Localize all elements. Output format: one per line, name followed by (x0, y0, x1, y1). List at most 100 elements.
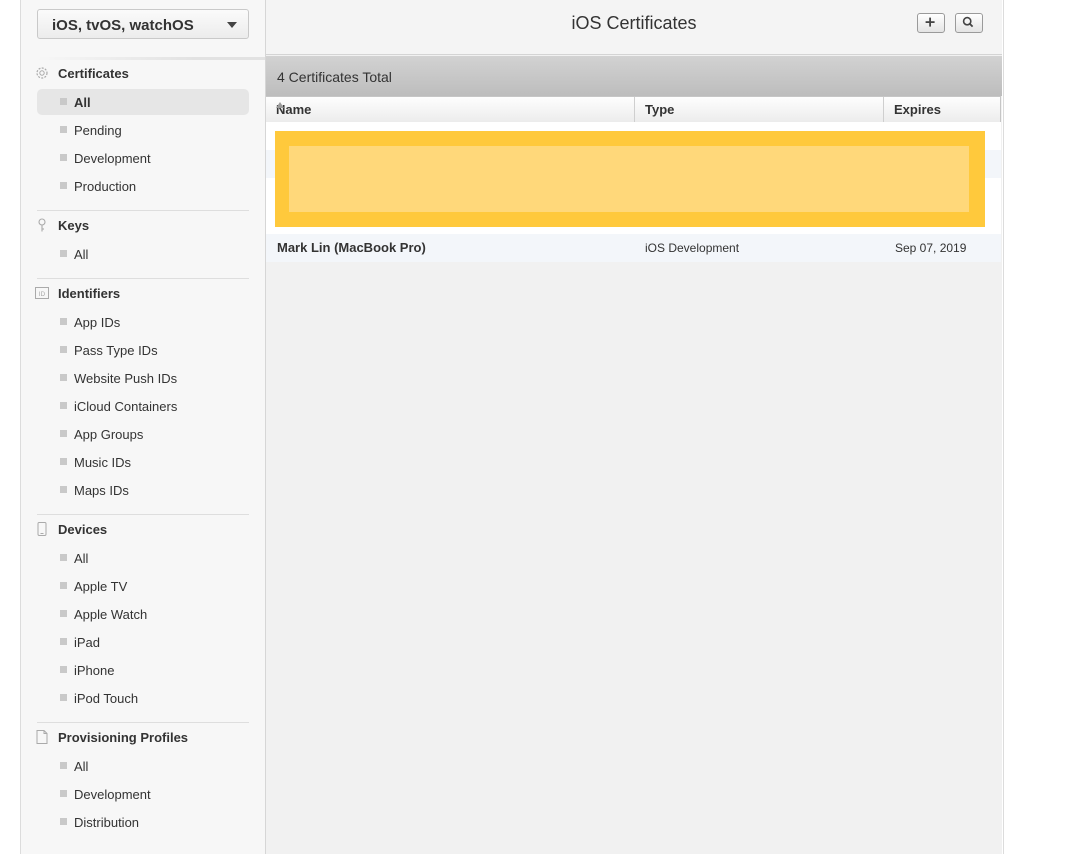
sidebar-item-label: iCloud Containers (74, 399, 178, 414)
main-panel: iOS Certificates 4 Certificates Total Na… (266, 0, 1002, 854)
bullet (60, 638, 67, 645)
bullet (60, 762, 67, 769)
bullet (60, 790, 67, 797)
sidebar-item-label: Music IDs (74, 455, 132, 470)
bullet (60, 126, 67, 133)
sidebar-item-label: Apple Watch (74, 607, 148, 622)
id-icon: ID (35, 287, 49, 299)
redaction-overlay-inner (289, 146, 969, 212)
sidebar-item-label: Website Push IDs (74, 371, 178, 386)
sidebar: iOS, tvOS, watchOS Certificates All Pend… (21, 0, 266, 854)
section-title: Certificates (58, 66, 129, 81)
column-label: Expires (894, 102, 941, 117)
table-row[interactable]: Mark Lin (MacBook Pro) iOS Development S… (266, 234, 1001, 262)
sidebar-item-devices-all[interactable]: All (37, 545, 249, 571)
sidebar-item-label: Pending (74, 123, 122, 138)
platform-select-value: iOS, tvOS, watchOS (52, 17, 194, 34)
cell-expires: Sep 07, 2019 (895, 241, 967, 255)
document-icon (36, 730, 48, 744)
sidebar-item-label: App Groups (74, 427, 144, 442)
bullet (60, 154, 67, 161)
bullet (60, 346, 67, 353)
sidebar-item-music-ids[interactable]: Music IDs (37, 449, 249, 475)
sidebar-item-certificates-production[interactable]: Production (37, 173, 249, 199)
sidebar-item-ipad[interactable]: iPad (37, 629, 249, 655)
bullet (60, 374, 67, 381)
section-title: Identifiers (58, 286, 121, 301)
sidebar-item-label: Maps IDs (74, 483, 129, 498)
section-divider (37, 514, 249, 515)
section-title: Devices (58, 522, 108, 537)
sidebar-item-keys-all[interactable]: All (37, 241, 249, 267)
section-title: Keys (58, 218, 90, 233)
sidebar-item-pass-type-ids[interactable]: Pass Type IDs (37, 337, 249, 363)
sidebar-item-label: iPhone (74, 663, 115, 678)
cell-type: iOS Development (645, 241, 740, 255)
header-divider (37, 57, 265, 60)
sidebar-item-label: All (74, 759, 89, 774)
bullet (60, 458, 67, 465)
sidebar-item-maps-ids[interactable]: Maps IDs (37, 477, 249, 503)
bullet (60, 666, 67, 673)
bullet (60, 554, 67, 561)
column-label: Type (645, 102, 675, 117)
bullet (60, 98, 67, 105)
column-header-expires[interactable]: Expires (884, 97, 1000, 122)
add-button[interactable] (917, 13, 945, 33)
platform-select[interactable]: iOS, tvOS, watchOS (37, 9, 249, 39)
sidebar-item-label: Distribution (74, 815, 140, 830)
certificate-gear-icon (36, 67, 48, 79)
sidebar-item-label: Development (74, 151, 151, 166)
plus-icon (925, 17, 935, 27)
bullet (60, 694, 67, 701)
sidebar-item-label: App IDs (74, 315, 121, 330)
section-divider (37, 210, 249, 211)
sidebar-item-label: iPad (74, 635, 101, 650)
bullet (60, 250, 67, 257)
developer-portal-window: iOS, tvOS, watchOS Certificates All Pend… (20, 0, 1004, 854)
count-bar: 4 Certificates Total (266, 56, 1002, 96)
bullet (60, 402, 67, 409)
sidebar-item-label: Pass Type IDs (74, 343, 158, 358)
bullet (60, 486, 67, 493)
sidebar-item-label: iPod Touch (74, 691, 139, 706)
sort-ascending-icon (276, 102, 284, 108)
sidebar-item-label: All (74, 247, 89, 262)
table-header: Name Type Expires (266, 96, 1001, 123)
sidebar-item-app-ids[interactable]: App IDs (37, 309, 249, 335)
search-button[interactable] (955, 13, 983, 33)
cell-name: Mark Lin (MacBook Pro) (277, 240, 426, 255)
sidebar-item-certificates-all[interactable]: All (37, 89, 249, 115)
sidebar-item-ipod-touch[interactable]: iPod Touch (37, 685, 249, 711)
svg-text:ID: ID (39, 291, 46, 298)
search-icon (962, 16, 974, 28)
chevron-down-icon (227, 22, 237, 28)
bullet (60, 818, 67, 825)
sidebar-item-profiles-distribution[interactable]: Distribution (37, 809, 249, 835)
sidebar-item-profiles-development[interactable]: Development (37, 781, 249, 807)
section-divider (37, 722, 249, 723)
sidebar-item-label: Apple TV (74, 579, 128, 594)
page-title: iOS Certificates (571, 13, 697, 33)
sidebar-item-icloud-containers[interactable]: iCloud Containers (37, 393, 249, 419)
bullet (60, 582, 67, 589)
sidebar-item-label: Development (74, 787, 151, 802)
sidebar-item-website-push-ids[interactable]: Website Push IDs (37, 365, 249, 391)
redaction-overlay (275, 131, 985, 227)
section-divider (37, 278, 249, 279)
bullet (60, 430, 67, 437)
sidebar-item-iphone[interactable]: iPhone (37, 657, 249, 683)
sidebar-item-certificates-pending[interactable]: Pending (37, 117, 249, 143)
bullet (60, 610, 67, 617)
key-icon (38, 218, 46, 232)
column-header-name[interactable]: Name (266, 97, 635, 122)
device-icon (37, 522, 47, 536)
sidebar-item-app-groups[interactable]: App Groups (37, 421, 249, 447)
sidebar-item-label: All (74, 95, 91, 110)
sidebar-item-certificates-development[interactable]: Development (37, 145, 249, 171)
sidebar-item-profiles-all[interactable]: All (37, 753, 249, 779)
sidebar-item-apple-tv[interactable]: Apple TV (37, 573, 249, 599)
column-header-type[interactable]: Type (635, 97, 884, 122)
sidebar-item-apple-watch[interactable]: Apple Watch (37, 601, 249, 627)
section-title: Provisioning Profiles (58, 730, 189, 745)
